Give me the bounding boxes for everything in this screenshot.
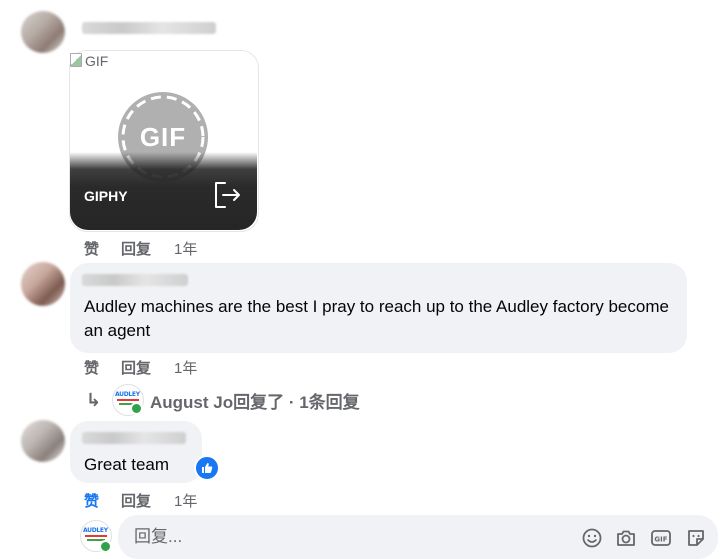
- commenter-name[interactable]: [82, 432, 186, 444]
- comment-text: Great team: [84, 455, 170, 474]
- comment-timestamp[interactable]: 1年: [174, 490, 197, 511]
- comment-timestamp[interactable]: 1年: [174, 238, 197, 259]
- reply-arrow-icon: ↳: [86, 389, 102, 410]
- commenter-avatar[interactable]: [21, 262, 65, 306]
- commenter-name[interactable]: [82, 274, 188, 286]
- comment-text: Audley machines are the best I pray to r…: [84, 297, 669, 340]
- like-button[interactable]: 赞: [84, 490, 99, 511]
- sticker-icon[interactable]: [685, 527, 707, 549]
- giphy-label[interactable]: GIPHY: [84, 188, 128, 204]
- commenter-avatar[interactable]: [21, 420, 65, 462]
- online-status-dot: [130, 402, 143, 415]
- broken-image-label: GIF: [85, 53, 109, 69]
- comment-timestamp[interactable]: 1年: [174, 357, 197, 378]
- broken-image-alt: GIF: [70, 53, 108, 69]
- open-external-icon[interactable]: [212, 180, 242, 215]
- smiley-icon[interactable]: [581, 527, 603, 549]
- reply-input[interactable]: [132, 523, 556, 551]
- broken-image-icon: [70, 53, 82, 67]
- like-button[interactable]: 赞: [84, 238, 99, 259]
- thumbs-up-icon[interactable]: [194, 455, 220, 481]
- like-button[interactable]: 赞: [84, 357, 99, 378]
- commenter-avatar[interactable]: [21, 11, 65, 53]
- gif-icon[interactable]: GIF: [650, 527, 672, 549]
- commenter-name[interactable]: [82, 22, 216, 34]
- gif-circle-label: GIF: [139, 121, 187, 152]
- svg-text:GIF: GIF: [654, 536, 667, 544]
- replies-summary[interactable]: August Jo回复了 · 1条回复: [150, 388, 360, 413]
- camera-icon[interactable]: [615, 527, 637, 549]
- reply-button[interactable]: 回复: [121, 357, 151, 378]
- view-replies-link[interactable]: ↳ AUDLEY August Jo回复了 · 1条回复: [86, 384, 360, 416]
- online-status-dot: [99, 540, 112, 553]
- reply-button[interactable]: 回复: [121, 490, 151, 511]
- reply-button[interactable]: 回复: [121, 238, 151, 259]
